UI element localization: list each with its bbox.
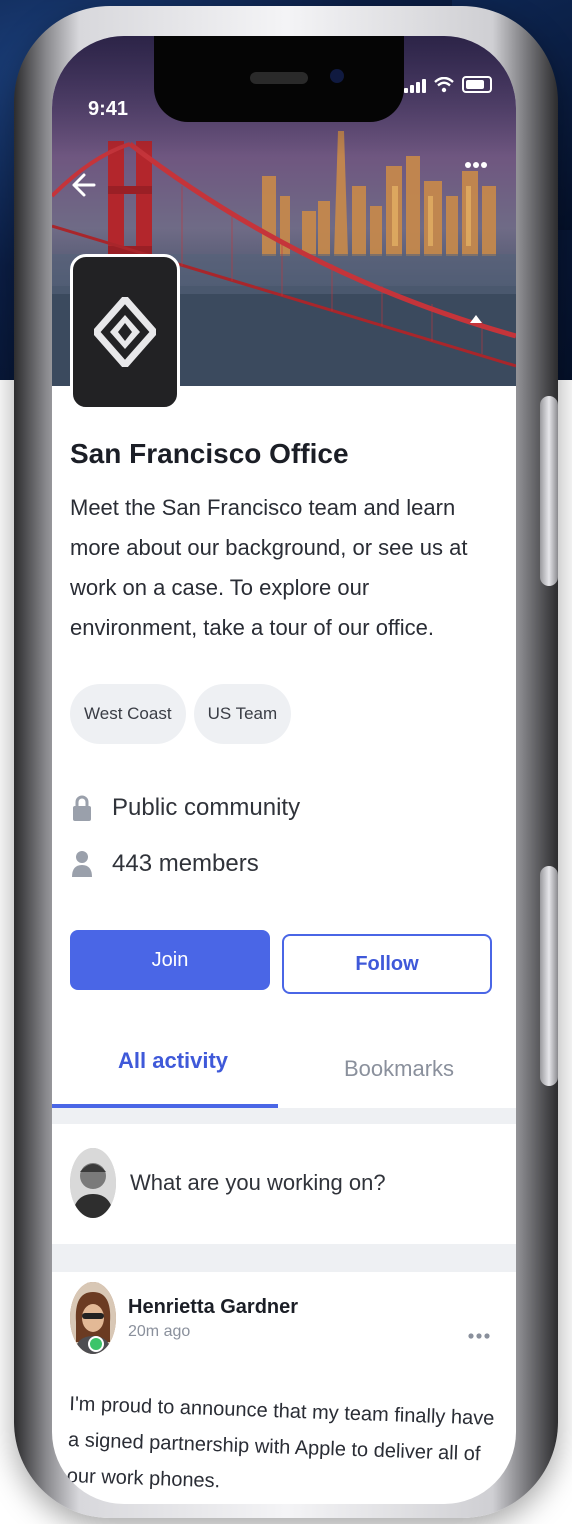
community-title: San Francisco Office bbox=[70, 438, 349, 469]
author-info: Henrietta Gardner 20m ago bbox=[128, 1296, 298, 1341]
battery-icon bbox=[462, 76, 492, 93]
status-icons bbox=[404, 76, 492, 93]
wifi-icon bbox=[434, 76, 454, 92]
caret-up-icon bbox=[470, 315, 482, 323]
more-dots-icon bbox=[465, 162, 487, 168]
cellular-signal-icon bbox=[404, 77, 426, 93]
composer-placeholder[interactable]: What are you working on? bbox=[130, 1170, 386, 1196]
person-icon bbox=[72, 851, 92, 877]
post-timestamp: 20m ago bbox=[128, 1322, 191, 1340]
tab-bookmarks[interactable]: Bookmarks bbox=[344, 1056, 454, 1082]
more-dots-icon bbox=[468, 1333, 490, 1339]
members-row[interactable]: 443 members bbox=[72, 850, 259, 878]
tag-chip[interactable]: US Team bbox=[193, 684, 292, 744]
lock-icon bbox=[73, 795, 91, 821]
privacy-label: Public community bbox=[112, 794, 301, 821]
collapse-button[interactable] bbox=[470, 312, 482, 326]
members-count: 443 members bbox=[112, 850, 259, 877]
post-body: I'm proud to announce that my team final… bbox=[66, 1392, 495, 1493]
side-button-lower bbox=[540, 866, 558, 1086]
community-description: Meet the San Francisco team and learn mo… bbox=[70, 495, 468, 640]
privacy-row: Public community bbox=[72, 794, 300, 822]
status-time: 9:41 bbox=[88, 98, 129, 120]
tab-divider bbox=[52, 1108, 516, 1124]
phone-screen: 9:41 San Francisco Office Meet the San F… bbox=[52, 36, 516, 1504]
side-button-upper bbox=[540, 396, 558, 586]
speaker-grille bbox=[250, 72, 308, 84]
join-button[interactable]: Join bbox=[70, 930, 270, 990]
post-options-button[interactable] bbox=[468, 1322, 490, 1345]
front-camera bbox=[330, 69, 344, 83]
tag-list: West Coast US Team bbox=[70, 684, 292, 744]
current-user-avatar bbox=[70, 1148, 116, 1218]
post-composer[interactable]: What are you working on? bbox=[70, 1148, 386, 1218]
tab-all-activity[interactable]: All activity bbox=[118, 1048, 228, 1074]
arrow-left-icon bbox=[72, 173, 96, 197]
more-options-button[interactable] bbox=[464, 148, 488, 176]
brand-logo-icon bbox=[94, 297, 156, 367]
back-button[interactable] bbox=[70, 172, 96, 204]
phone-frame: 9:41 San Francisco Office Meet the San F… bbox=[14, 6, 558, 1518]
online-status-indicator bbox=[88, 1336, 104, 1352]
post-header: Henrietta Gardner 20m ago bbox=[70, 1282, 298, 1354]
tag-chip[interactable]: West Coast bbox=[70, 684, 186, 744]
community-logo bbox=[70, 254, 180, 410]
author-name[interactable]: Henrietta Gardner bbox=[128, 1296, 298, 1319]
device-notch bbox=[154, 36, 404, 122]
section-divider bbox=[52, 1244, 516, 1272]
follow-button[interactable]: Follow bbox=[282, 934, 492, 994]
